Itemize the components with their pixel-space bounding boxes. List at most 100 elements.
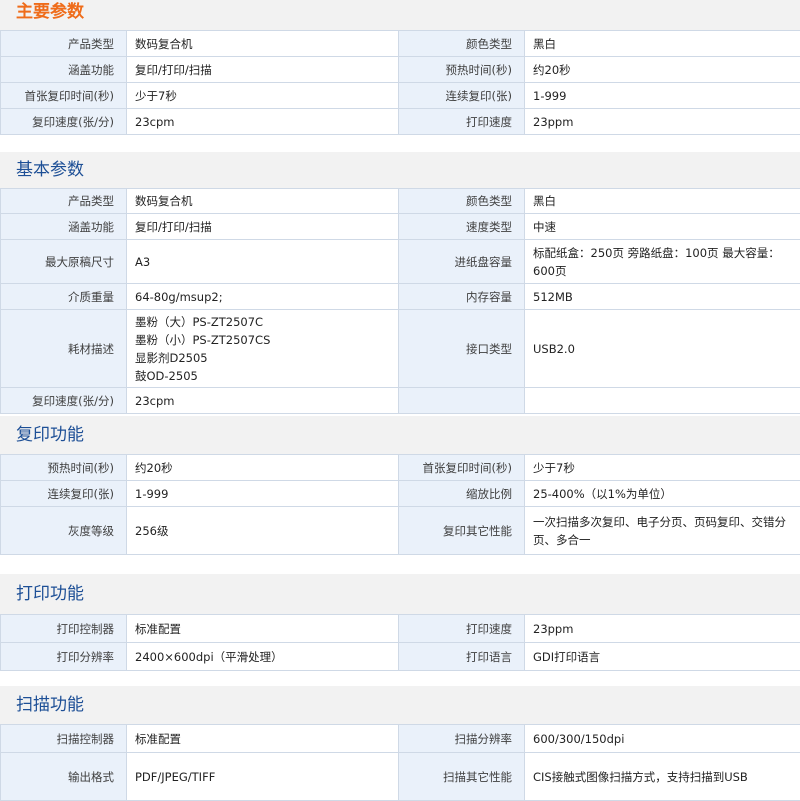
table-row: 灰度等级 256级 复印其它性能 一次扫描多次复印、电子分页、页码复印、交错分页… (1, 507, 800, 555)
spec-value: 一次扫描多次复印、电子分页、页码复印、交错分页、多合一 (525, 507, 800, 555)
spec-table-scan: 扫描控制器 标准配置 扫描分辨率 600/300/150dpi 输出格式 PDF… (0, 724, 800, 801)
spec-value: 数码复合机 (127, 31, 399, 57)
spec-label: 涵盖功能 (1, 214, 127, 240)
spec-value: USB2.0 (525, 310, 800, 388)
spec-label: 介质重量 (1, 284, 127, 310)
section-title: 主要参数 (0, 0, 800, 30)
spec-label: 扫描控制器 (1, 725, 127, 753)
spec-label: 打印语言 (399, 643, 525, 671)
spec-label: 产品类型 (1, 31, 127, 57)
spec-label: 预热时间(秒) (1, 455, 127, 481)
section-title: 基本参数 (0, 152, 800, 188)
spec-label: 内存容量 (399, 284, 525, 310)
table-row: 首张复印时间(秒) 少于7秒 连续复印(张) 1-999 (1, 83, 800, 109)
spec-value: CIS接触式图像扫描方式，支持扫描到USB (525, 753, 800, 801)
table-row: 复印速度(张/分) 23cpm 打印速度 23ppm (1, 109, 800, 135)
spec-value: 256级 (127, 507, 399, 555)
section-scan-functions: 扫描功能 扫描控制器 标准配置 扫描分辨率 600/300/150dpi 输出格… (0, 686, 800, 801)
spec-label: 打印控制器 (1, 615, 127, 643)
spec-value: 23ppm (525, 109, 800, 135)
table-row: 打印分辨率 2400×600dpi（平滑处理） 打印语言 GDI打印语言 (1, 643, 800, 671)
spec-label: 打印分辨率 (1, 643, 127, 671)
spec-table-print: 打印控制器 标准配置 打印速度 23ppm 打印分辨率 2400×600dpi（… (0, 614, 800, 671)
spec-label: 复印速度(张/分) (1, 388, 127, 414)
spec-value: 黑白 (525, 189, 800, 214)
section-copy-functions: 复印功能 预热时间(秒) 约20秒 首张复印时间(秒) 少于7秒 连续复印(张)… (0, 416, 800, 555)
spec-value: 复印/打印/扫描 (127, 214, 399, 240)
spec-value: 黑白 (525, 31, 800, 57)
spec-label: 首张复印时间(秒) (1, 83, 127, 109)
spec-value: A3 (127, 240, 399, 284)
spec-label: 扫描分辨率 (399, 725, 525, 753)
spec-table-basic: 产品类型 数码复合机 颜色类型 黑白 涵盖功能 复印/打印/扫描 速度类型 中速… (0, 188, 800, 414)
spec-value: 标配纸盒：250页 旁路纸盘：100页 最大容量：600页 (525, 240, 800, 284)
spec-table-copy: 预热时间(秒) 约20秒 首张复印时间(秒) 少于7秒 连续复印(张) 1-99… (0, 454, 800, 555)
table-row: 产品类型 数码复合机 颜色类型 黑白 (1, 189, 800, 214)
spec-label: 进纸盘容量 (399, 240, 525, 284)
spec-label: 输出格式 (1, 753, 127, 801)
spec-label: 接口类型 (399, 310, 525, 388)
spec-value: 1-999 (525, 83, 800, 109)
section-main-params: 主要参数 产品类型 数码复合机 颜色类型 黑白 涵盖功能 复印/打印/扫描 预热… (0, 0, 800, 135)
spec-label: 速度类型 (399, 214, 525, 240)
spec-value: 600/300/150dpi (525, 725, 800, 753)
spec-value: 512MB (525, 284, 800, 310)
spec-value: 复印/打印/扫描 (127, 57, 399, 83)
spec-value: PDF/JPEG/TIFF (127, 753, 399, 801)
spec-value: 25-400%（以1%为单位） (525, 481, 800, 507)
spec-value: 墨粉（大）PS-ZT2507C 墨粉（小）PS-ZT2507CS 显影剂D250… (127, 310, 399, 388)
spec-value: 约20秒 (127, 455, 399, 481)
table-row: 连续复印(张) 1-999 缩放比例 25-400%（以1%为单位） (1, 481, 800, 507)
table-row: 产品类型 数码复合机 颜色类型 黑白 (1, 31, 800, 57)
table-row: 涵盖功能 复印/打印/扫描 预热时间(秒) 约20秒 (1, 57, 800, 83)
spec-label: 复印其它性能 (399, 507, 525, 555)
spec-label: 耗材描述 (1, 310, 127, 388)
section-print-functions: 打印功能 打印控制器 标准配置 打印速度 23ppm 打印分辨率 2400×60… (0, 574, 800, 671)
spec-value: 约20秒 (525, 57, 800, 83)
spec-label: 缩放比例 (399, 481, 525, 507)
spec-value: 中速 (525, 214, 800, 240)
spec-value: 数码复合机 (127, 189, 399, 214)
spec-label: 颜色类型 (399, 31, 525, 57)
table-row: 最大原稿尺寸 A3 进纸盘容量 标配纸盒：250页 旁路纸盘：100页 最大容量… (1, 240, 800, 284)
section-title: 复印功能 (0, 416, 800, 454)
spec-label: 最大原稿尺寸 (1, 240, 127, 284)
spec-label (399, 388, 525, 414)
table-row: 输出格式 PDF/JPEG/TIFF 扫描其它性能 CIS接触式图像扫描方式，支… (1, 753, 800, 801)
spec-value: 标准配置 (127, 615, 399, 643)
spec-label: 扫描其它性能 (399, 753, 525, 801)
table-row: 耗材描述 墨粉（大）PS-ZT2507C 墨粉（小）PS-ZT2507CS 显影… (1, 310, 800, 388)
spec-label: 打印速度 (399, 109, 525, 135)
spec-label: 连续复印(张) (399, 83, 525, 109)
spec-label: 产品类型 (1, 189, 127, 214)
table-row: 打印控制器 标准配置 打印速度 23ppm (1, 615, 800, 643)
spec-value: GDI打印语言 (525, 643, 800, 671)
spec-value: 少于7秒 (127, 83, 399, 109)
spec-value: 23ppm (525, 615, 800, 643)
spec-label: 预热时间(秒) (399, 57, 525, 83)
spec-value: 标准配置 (127, 725, 399, 753)
spec-value: 少于7秒 (525, 455, 800, 481)
section-title: 打印功能 (0, 574, 800, 614)
table-row: 介质重量 64-80g/msup2; 内存容量 512MB (1, 284, 800, 310)
spec-value: 64-80g/msup2; (127, 284, 399, 310)
section-basic-params: 基本参数 产品类型 数码复合机 颜色类型 黑白 涵盖功能 复印/打印/扫描 速度… (0, 152, 800, 414)
table-row: 涵盖功能 复印/打印/扫描 速度类型 中速 (1, 214, 800, 240)
spec-label: 灰度等级 (1, 507, 127, 555)
spec-value (525, 388, 800, 414)
spec-table-main: 产品类型 数码复合机 颜色类型 黑白 涵盖功能 复印/打印/扫描 预热时间(秒)… (0, 30, 800, 135)
spec-value: 23cpm (127, 109, 399, 135)
spec-label: 涵盖功能 (1, 57, 127, 83)
spec-value: 23cpm (127, 388, 399, 414)
spec-value: 2400×600dpi（平滑处理） (127, 643, 399, 671)
spec-label: 首张复印时间(秒) (399, 455, 525, 481)
spec-label: 颜色类型 (399, 189, 525, 214)
spec-label: 连续复印(张) (1, 481, 127, 507)
spec-label: 打印速度 (399, 615, 525, 643)
section-title: 扫描功能 (0, 686, 800, 724)
spec-label: 复印速度(张/分) (1, 109, 127, 135)
table-row: 扫描控制器 标准配置 扫描分辨率 600/300/150dpi (1, 725, 800, 753)
table-row: 复印速度(张/分) 23cpm (1, 388, 800, 414)
spec-value: 1-999 (127, 481, 399, 507)
table-row: 预热时间(秒) 约20秒 首张复印时间(秒) 少于7秒 (1, 455, 800, 481)
